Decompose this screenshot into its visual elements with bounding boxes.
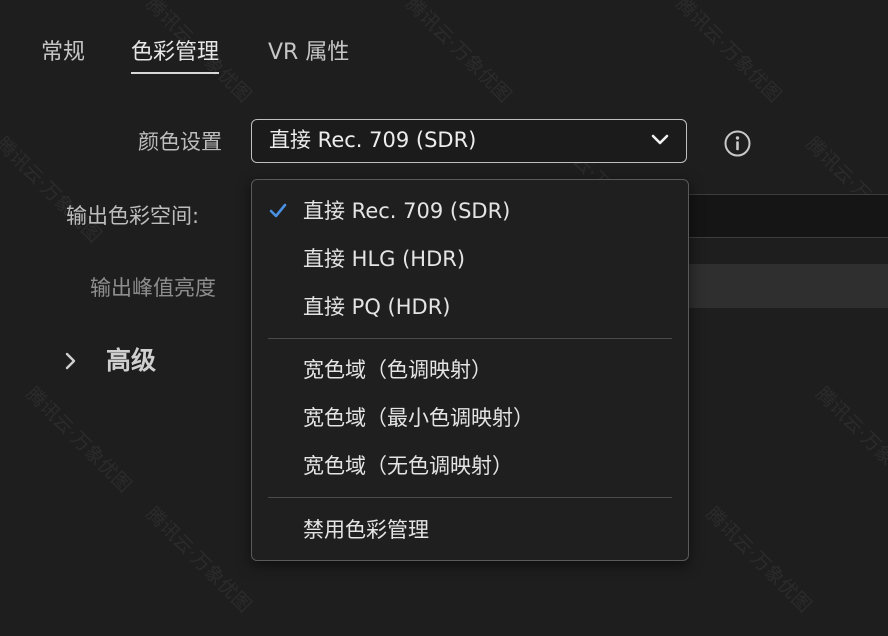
output-colorspace-field[interactable] [686, 194, 888, 238]
output-colorspace-label: 输出色彩空间: [66, 204, 200, 228]
watermark-text: 腾讯云·万象优图 [141, 502, 256, 617]
watermark-text: 腾讯云·万象优图 [701, 502, 816, 617]
info-circle-icon[interactable] [724, 130, 751, 157]
checkmark-icon [269, 203, 287, 218]
color-setting-select[interactable]: 直接 Rec. 709 (SDR) [251, 119, 687, 163]
tab-general[interactable]: 常规 [41, 38, 85, 68]
menu-item-hlg[interactable]: 直接 HLG (HDR) [252, 237, 688, 281]
menu-separator [268, 497, 672, 498]
menu-item-rec709[interactable]: 直接 Rec. 709 (SDR) [252, 189, 688, 233]
menu-item-label: 直接 Rec. 709 (SDR) [303, 199, 511, 223]
menu-separator [268, 338, 672, 339]
select-value: 直接 Rec. 709 (SDR) [269, 128, 477, 152]
chevron-right-icon [65, 352, 76, 370]
menu-item-label: 直接 HLG (HDR) [303, 247, 466, 271]
tab-vr-properties[interactable]: VR 属性 [268, 38, 349, 68]
watermark-text: 腾讯云·万象优图 [21, 382, 136, 497]
menu-item-label: 宽色域（色调映射） [303, 358, 492, 382]
watermark-text: 腾讯云·万象优图 [401, 0, 516, 107]
menu-item-label: 直接 PQ (HDR) [303, 295, 451, 319]
menu-item-label: 宽色域（最小色调映射） [303, 406, 534, 430]
advanced-label: 高级 [106, 346, 157, 375]
menu-item-wide-gamut-no-tonemap[interactable]: 宽色域（无色调映射） [252, 444, 688, 488]
menu-item-label: 禁用色彩管理 [303, 518, 429, 542]
watermark-text: 腾讯云·万象优图 [671, 0, 786, 107]
watermark-text: 腾讯云·万象优图 [811, 382, 888, 497]
chevron-down-icon [651, 134, 669, 145]
color-setting-dropdown-menu: 直接 Rec. 709 (SDR) 直接 HLG (HDR) 直接 PQ (HD… [251, 179, 689, 561]
menu-item-wide-gamut-min-tonemap[interactable]: 宽色域（最小色调映射） [252, 396, 688, 440]
color-setting-label: 颜色设置 [138, 130, 222, 154]
menu-item-wide-gamut-tonemap[interactable]: 宽色域（色调映射） [252, 348, 688, 392]
menu-item-disable-color-management[interactable]: 禁用色彩管理 [252, 508, 688, 552]
output-peak-label: 输出峰值亮度 [90, 276, 216, 300]
menu-item-label: 宽色域（无色调映射） [303, 454, 513, 478]
tab-color-management[interactable]: 色彩管理 [131, 38, 220, 74]
output-peak-field[interactable] [686, 264, 888, 308]
menu-item-pq[interactable]: 直接 PQ (HDR) [252, 285, 688, 329]
